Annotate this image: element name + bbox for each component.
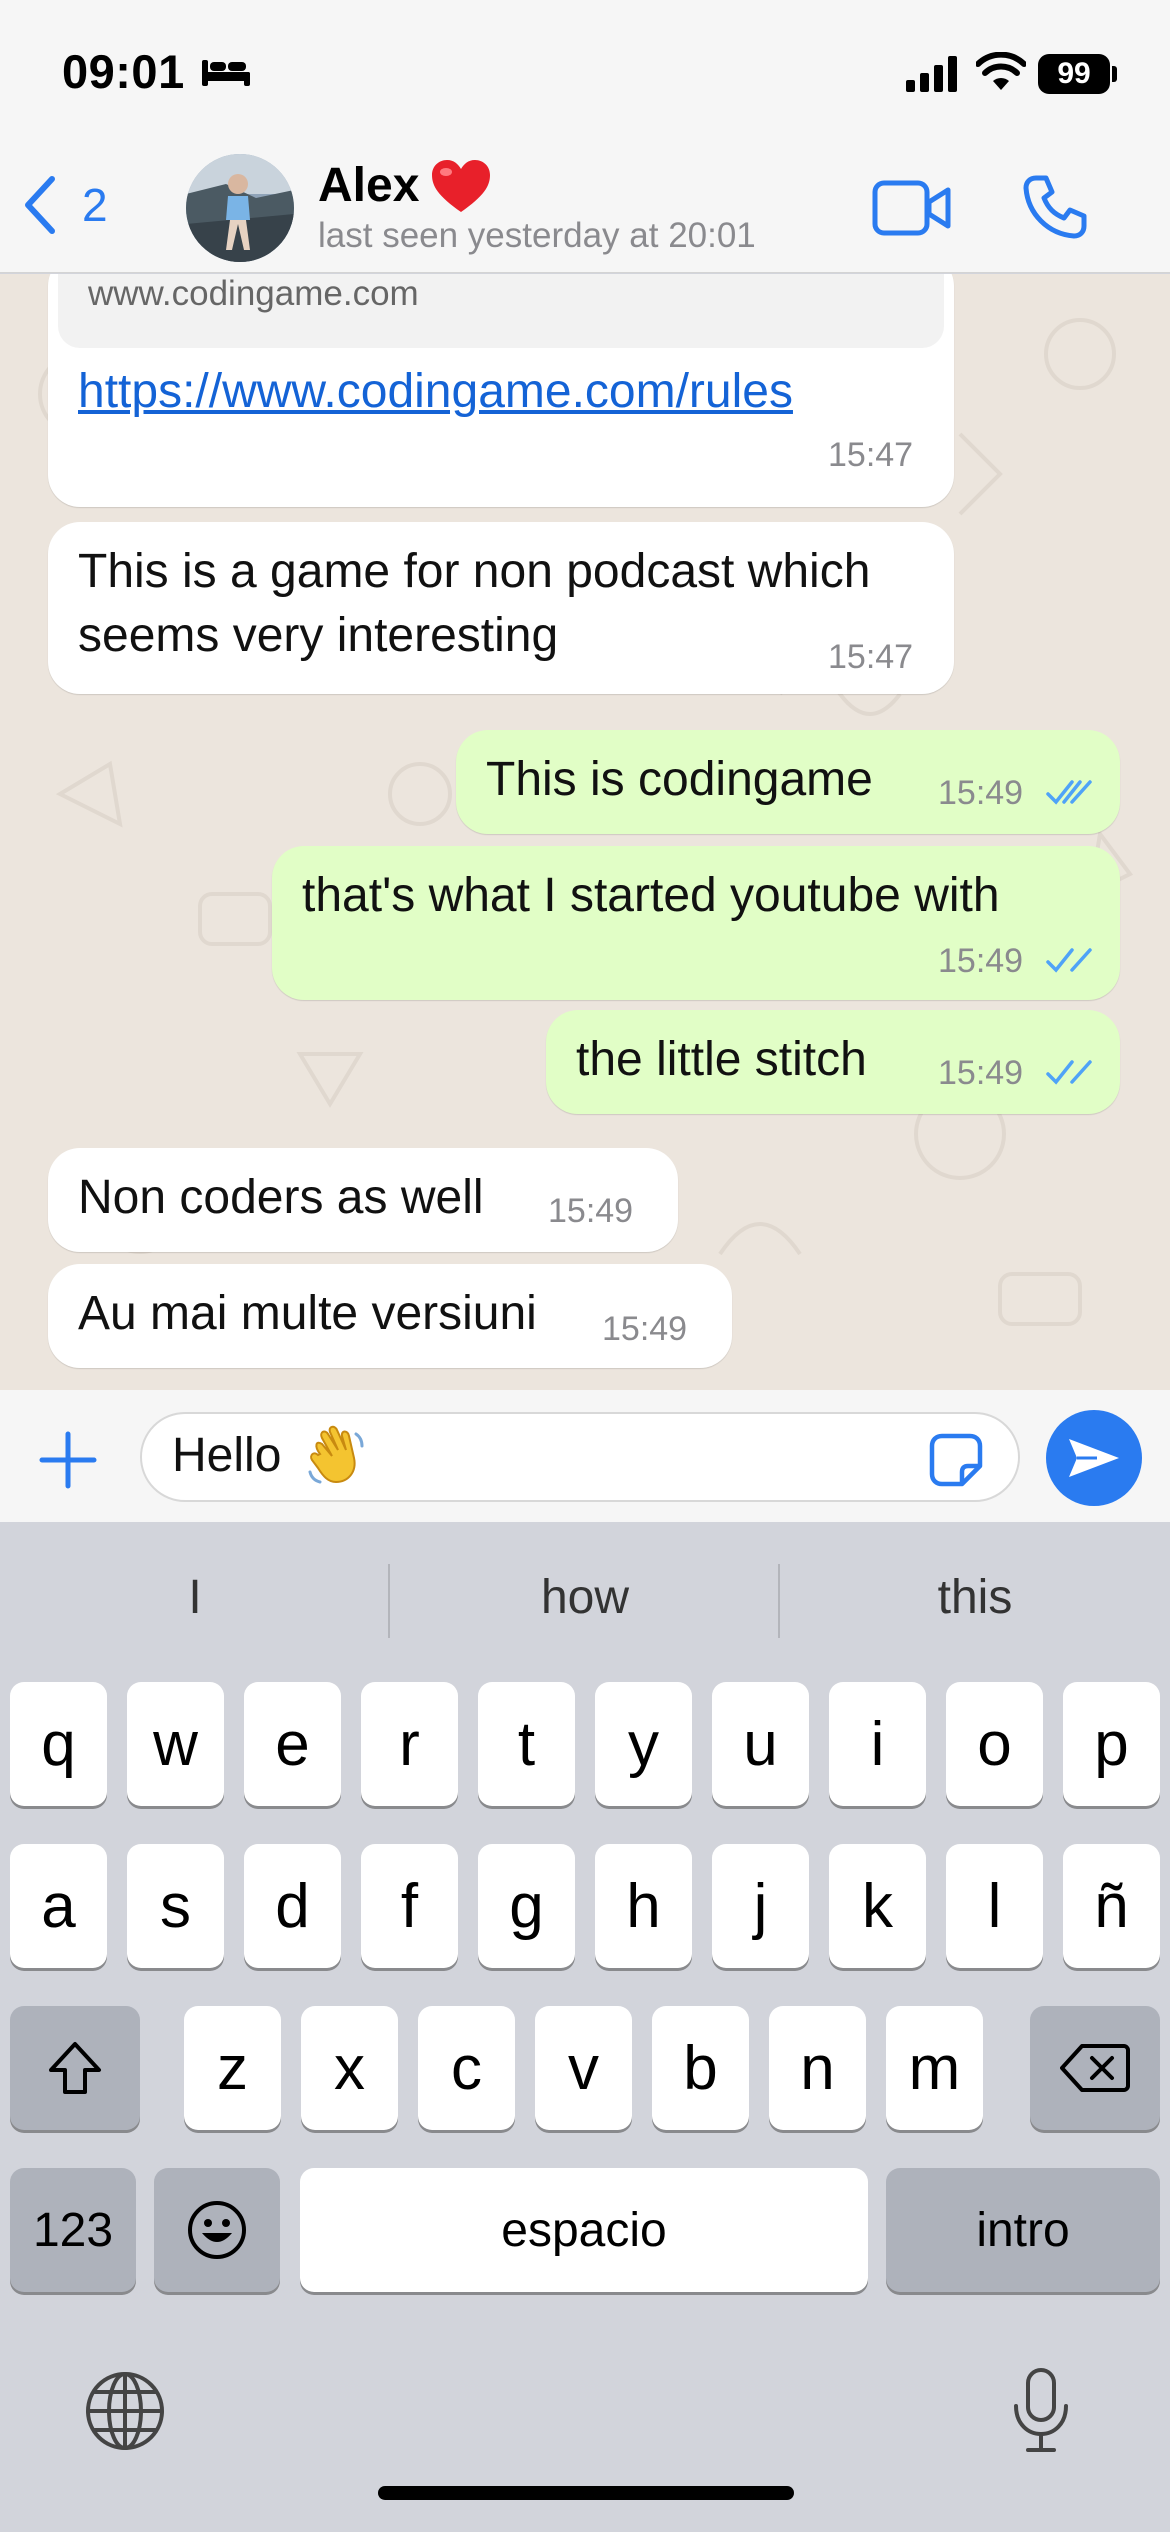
message-timestamp: 15:49 <box>602 1310 688 1348</box>
key[interactable]: i <box>829 1682 926 1806</box>
plus-icon[interactable] <box>38 1430 98 1490</box>
return-key[interactable]: intro <box>886 2168 1160 2292</box>
backspace-key[interactable] <box>1030 2006 1160 2130</box>
numbers-key[interactable]: 123 <box>10 2168 136 2292</box>
message-text: Non coders as well <box>78 1171 484 1224</box>
message-bubble-outgoing[interactable]: that's what I started youtube with 15:49 <box>272 846 1120 1000</box>
space-key[interactable]: espacio <box>300 2168 868 2292</box>
message-text: the little stitch <box>576 1033 867 1086</box>
heart-icon <box>432 160 490 212</box>
message-text: that's what I started youtube with <box>302 869 1000 922</box>
send-button[interactable] <box>1046 1410 1142 1506</box>
chat-header: 2 Alex last seen yesterday at 20:01 <box>0 150 1170 273</box>
key[interactable]: u <box>712 1682 809 1806</box>
key[interactable]: g <box>478 1844 575 1968</box>
send-icon <box>1069 1439 1119 1477</box>
key[interactable]: ñ <box>1063 1844 1160 1968</box>
message-bubble-incoming[interactable]: This is a game for non podcast which see… <box>48 522 954 694</box>
key[interactable]: j <box>712 1844 809 1968</box>
message-input[interactable]: Hello <box>140 1412 1020 1502</box>
key[interactable]: k <box>829 1844 926 1968</box>
key[interactable]: m <box>886 2006 983 2130</box>
key[interactable]: f <box>361 1844 458 1968</box>
key[interactable]: p <box>1063 1682 1160 1806</box>
key[interactable]: b <box>652 2006 749 2130</box>
message-text-line: seems very interesting <box>78 609 559 662</box>
key[interactable]: v <box>535 2006 632 2130</box>
key[interactable]: d <box>244 1844 341 1968</box>
bed-icon <box>202 60 250 86</box>
key[interactable]: z <box>184 2006 281 2130</box>
key[interactable]: t <box>478 1682 575 1806</box>
read-receipt-icon <box>1046 1060 1092 1085</box>
home-indicator[interactable] <box>378 2486 794 2500</box>
read-receipt-icon <box>1046 948 1092 973</box>
status-time: 09:01 <box>62 45 185 98</box>
key[interactable]: r <box>361 1682 458 1806</box>
message-bubble-outgoing[interactable]: the little stitch 15:49 <box>546 1010 1120 1114</box>
shift-key[interactable] <box>10 2006 140 2130</box>
back-button[interactable]: 2 <box>22 170 108 240</box>
key[interactable]: h <box>595 1844 692 1968</box>
chat-area[interactable]: www.codingame.com https://www.codingame.… <box>0 274 1170 1390</box>
chevron-left-icon <box>25 176 55 234</box>
message-composer: Hello <box>0 1390 1170 1522</box>
link-preview-domain: www.codingame.com <box>88 274 419 313</box>
key[interactable]: y <box>595 1682 692 1806</box>
message-timestamp: 15:49 <box>938 774 1024 812</box>
signal-icon <box>906 56 957 92</box>
status-bar: 09:01 99 <box>0 0 1170 150</box>
suggestion-1[interactable]: I <box>0 1570 390 1625</box>
message-timestamp: 15:47 <box>828 436 914 474</box>
key[interactable]: n <box>769 2006 866 2130</box>
microphone-icon[interactable] <box>1010 2366 1072 2454</box>
globe-icon[interactable] <box>84 2370 166 2452</box>
contact-name[interactable]: Alex <box>318 158 419 213</box>
battery-icon: 99 <box>1038 54 1110 94</box>
video-call-icon[interactable] <box>872 180 952 236</box>
key[interactable]: e <box>244 1682 341 1806</box>
message-text: Au mai multe versiuni <box>78 1287 537 1340</box>
message-bubble-incoming[interactable]: Non coders as well 15:49 <box>48 1148 678 1252</box>
key[interactable]: w <box>127 1682 224 1806</box>
sticker-icon[interactable] <box>928 1432 984 1488</box>
key[interactable]: x <box>301 2006 398 2130</box>
battery-tip <box>1112 66 1117 82</box>
key[interactable]: l <box>946 1844 1043 1968</box>
message-input-text: Hello <box>172 1429 282 1482</box>
suggestion-3[interactable]: this <box>780 1570 1170 1625</box>
key[interactable]: q <box>10 1682 107 1806</box>
message-bubble-incoming[interactable]: www.codingame.com https://www.codingame.… <box>48 274 954 507</box>
key[interactable]: s <box>127 1844 224 1968</box>
shift-icon <box>49 2042 101 2094</box>
message-timestamp: 15:49 <box>938 1054 1024 1092</box>
message-timestamp: 15:49 <box>938 942 1024 980</box>
key[interactable]: a <box>10 1844 107 1968</box>
suggestion-2[interactable]: how <box>390 1570 780 1625</box>
message-timestamp: 15:47 <box>828 638 914 676</box>
message-text-line: This is a game for non podcast which <box>78 545 871 598</box>
message-link[interactable]: https://www.codingame.com/rules <box>78 364 793 419</box>
wifi-icon <box>976 52 1026 90</box>
message-bubble-incoming[interactable]: Au mai multe versiuni 15:49 <box>48 1264 732 1368</box>
emoji-key[interactable] <box>154 2168 280 2292</box>
link-preview[interactable]: www.codingame.com <box>58 274 944 348</box>
emoji-icon <box>188 2201 246 2259</box>
message-text: This is codingame <box>486 753 873 806</box>
key[interactable]: o <box>946 1682 1043 1806</box>
message-bubble-outgoing[interactable]: This is codingame 15:49 <box>456 730 1120 834</box>
backspace-icon <box>1060 2044 1130 2092</box>
read-receipt-icon <box>1046 780 1092 805</box>
key[interactable]: c <box>418 2006 515 2130</box>
message-timestamp: 15:49 <box>548 1192 634 1230</box>
last-seen-status: last seen yesterday at 20:01 <box>318 216 756 255</box>
keyboard: I how this q w e r t y u i o p a s d f g… <box>0 1522 1170 2532</box>
avatar-photo <box>186 154 294 262</box>
phone-call-icon[interactable] <box>1022 174 1088 240</box>
avatar[interactable] <box>186 154 294 262</box>
unread-count: 2 <box>82 179 108 231</box>
waving-hand-icon <box>308 1425 364 1484</box>
